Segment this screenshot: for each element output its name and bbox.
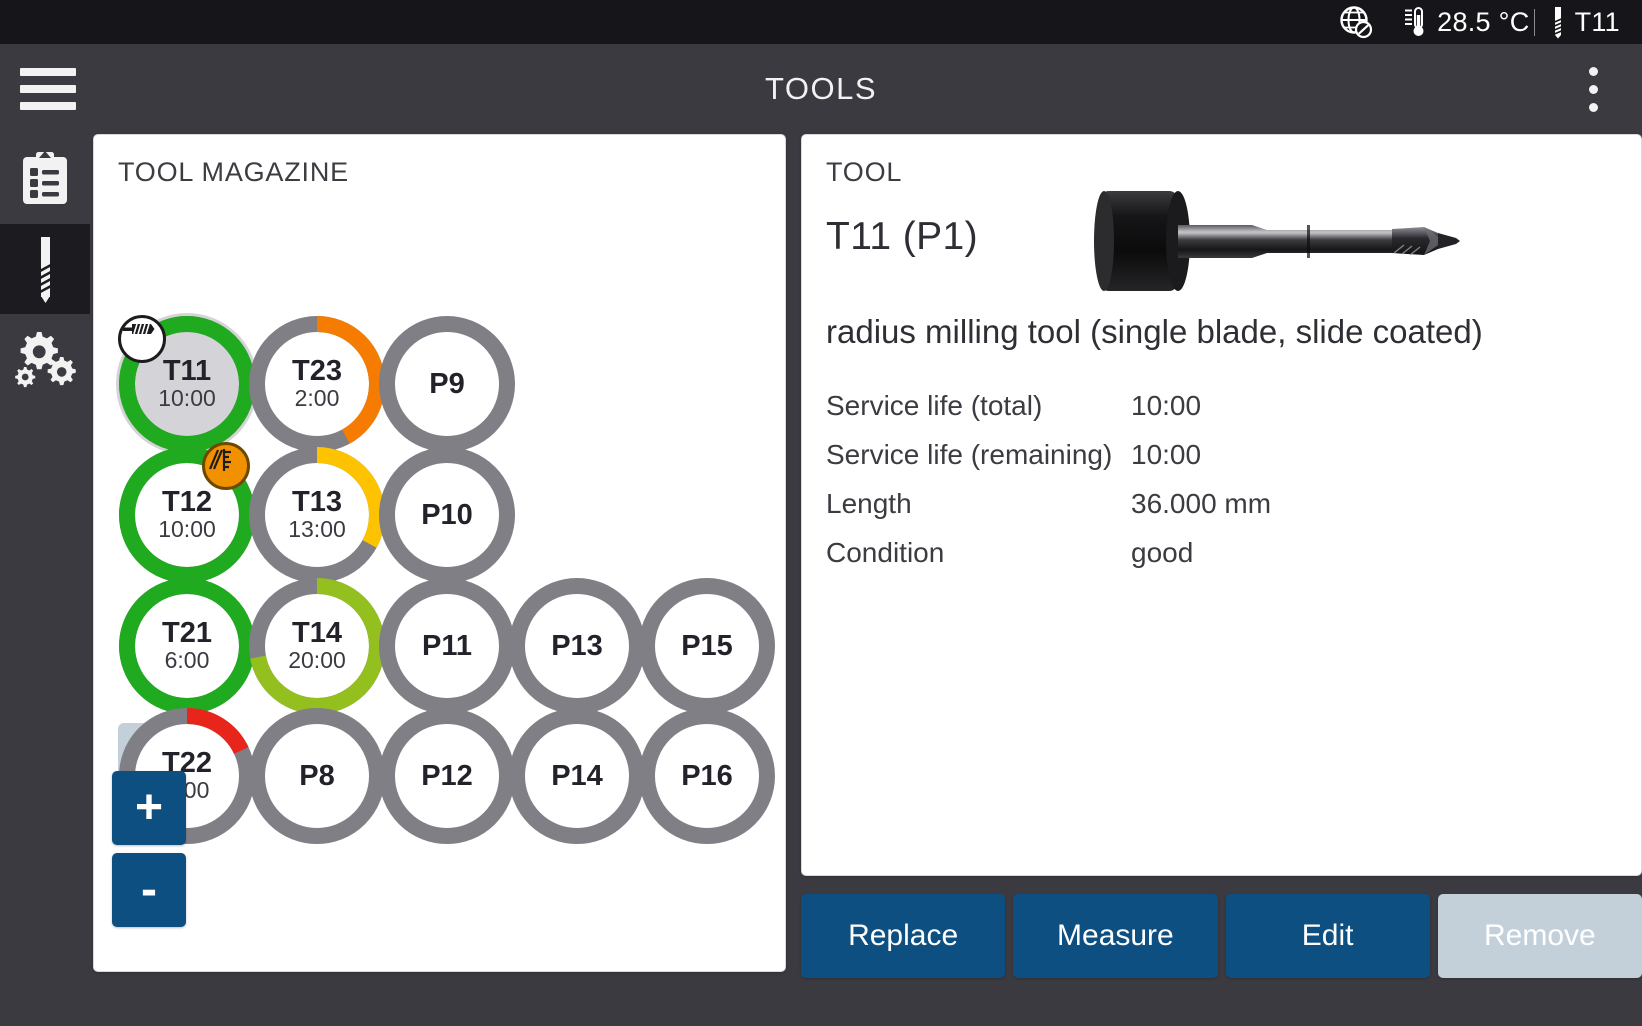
slot-ring	[639, 708, 775, 844]
tool-magazine-panel: TOOL MAGAZINE T11 10:00 T23 2:00 P9 T12 10:00 T…	[93, 134, 786, 972]
milling-tool-photo	[1094, 191, 1460, 291]
tool-detail-panel: TOOL T11 (P1) radius milling tool (singl…	[801, 134, 1642, 876]
add-tool-button[interactable]: +	[112, 771, 186, 845]
tool-property-row: Service life (total) 10:00	[826, 381, 1466, 430]
title-bar: TOOLS	[0, 44, 1642, 134]
tool-property-value: 36.000 mm	[1131, 487, 1272, 519]
slot-ring	[509, 708, 645, 844]
tool-description: radius milling tool (single blade, slide…	[826, 313, 1483, 350]
temperature-status: 28.5 °C	[1399, 5, 1529, 39]
slot-ring	[379, 447, 515, 583]
active-tool-status: T11	[1551, 5, 1620, 39]
edit-button[interactable]: Edit	[1225, 894, 1430, 978]
gauge-icon	[202, 442, 250, 490]
tool-property-key: Condition	[826, 536, 945, 568]
magazine-slot-t12[interactable]: T12 10:00	[116, 442, 258, 586]
tool-property-value: good	[1131, 536, 1194, 568]
remove-tool-button[interactable]: -	[112, 853, 186, 927]
temperature-value: 28.5 °C	[1437, 6, 1530, 37]
magazine-slot-p12[interactable]: P12	[376, 705, 518, 847]
magazine-slot-p10[interactable]: P10	[376, 444, 518, 586]
tool-properties: Service life (total) 10:00 Service life (r…	[826, 381, 1466, 577]
tool-action-bar: Replace Measure Edit Remove	[801, 894, 1642, 978]
magazine-slot-p15[interactable]: P15	[636, 575, 778, 717]
tool-property-row: Service life (remaining) 10:00	[826, 430, 1466, 479]
globe-disconnected-icon	[1340, 6, 1373, 39]
slot-ring	[379, 708, 515, 844]
measure-button[interactable]: Measure	[1013, 894, 1218, 978]
tool-property-row: Length 36.000 mm	[826, 479, 1466, 528]
replace-button[interactable]: Replace	[801, 894, 1006, 978]
remove-button: Remove	[1437, 894, 1642, 978]
slot-ring	[119, 578, 255, 714]
sidebar-item-settings[interactable]	[0, 314, 90, 404]
page-title: TOOLS	[764, 71, 878, 106]
thermometer-icon	[1405, 7, 1424, 36]
active-tool-value: T11	[1574, 6, 1620, 37]
gears-icon	[15, 332, 76, 388]
tool-property-row: Condition good	[826, 528, 1466, 577]
add-tool-label: +	[134, 781, 164, 834]
sidebar	[0, 134, 90, 1026]
clipboard-list-icon	[23, 151, 67, 204]
magazine-slot-t21[interactable]: T21 6:00	[116, 575, 258, 717]
tool-property-key: Service life (remaining)	[826, 438, 1113, 470]
slot-ring	[379, 578, 515, 714]
slot-ring	[249, 578, 385, 714]
magazine-slot-p9[interactable]: P9	[376, 313, 518, 455]
tool-detail-heading: TOOL	[826, 157, 903, 187]
tool-property-key: Service life (total)	[826, 389, 1043, 421]
status-divider	[1533, 8, 1535, 36]
magazine-slot-p14[interactable]: P14	[506, 705, 648, 847]
slot-ring	[379, 316, 515, 452]
slot-ring	[509, 578, 645, 714]
drill-bit-icon	[39, 237, 52, 303]
magazine-slot-t11[interactable]: T11 10:00	[116, 313, 258, 455]
slot-ring	[249, 316, 385, 452]
magazine-grid: T11 10:00 T23 2:00 P9 T12 10:00 T13 13:00 P10 T21 6…	[94, 135, 787, 973]
status-bar: 28.5 °C T11	[0, 0, 1642, 44]
magazine-slot-t13[interactable]: T13 13:00	[246, 444, 388, 586]
magazine-slot-t23[interactable]: T23 2:00	[246, 313, 388, 455]
mill-tool-icon	[118, 315, 166, 363]
sidebar-item-tools[interactable]	[0, 224, 90, 314]
tool-property-value: 10:00	[1131, 438, 1202, 470]
tool-title: T11 (P1)	[826, 215, 979, 258]
slot-ring	[249, 447, 385, 583]
slot-ring	[249, 708, 385, 844]
magazine-slot-p11[interactable]: P11	[376, 575, 518, 717]
magazine-slot-p16[interactable]: P16	[636, 705, 778, 847]
sidebar-item-program[interactable]	[0, 134, 90, 224]
magazine-slot-p13[interactable]: P13	[506, 575, 648, 717]
tool-property-value: 10:00	[1131, 389, 1202, 421]
network-status	[1339, 5, 1373, 39]
magazine-slot-t14[interactable]: T14 20:00	[246, 575, 388, 717]
remove-tool-label: -	[141, 863, 157, 916]
slot-ring	[639, 578, 775, 714]
app-root: 28.5 °C T11 TOOLS TOOL MAGAZINE T11 10:0…	[0, 0, 1642, 1026]
drill-bit-icon	[1553, 7, 1562, 39]
tool-property-key: Length	[826, 487, 912, 519]
kebab-menu-icon[interactable]	[1570, 66, 1616, 112]
magazine-slot-p8[interactable]: P8	[246, 705, 388, 847]
